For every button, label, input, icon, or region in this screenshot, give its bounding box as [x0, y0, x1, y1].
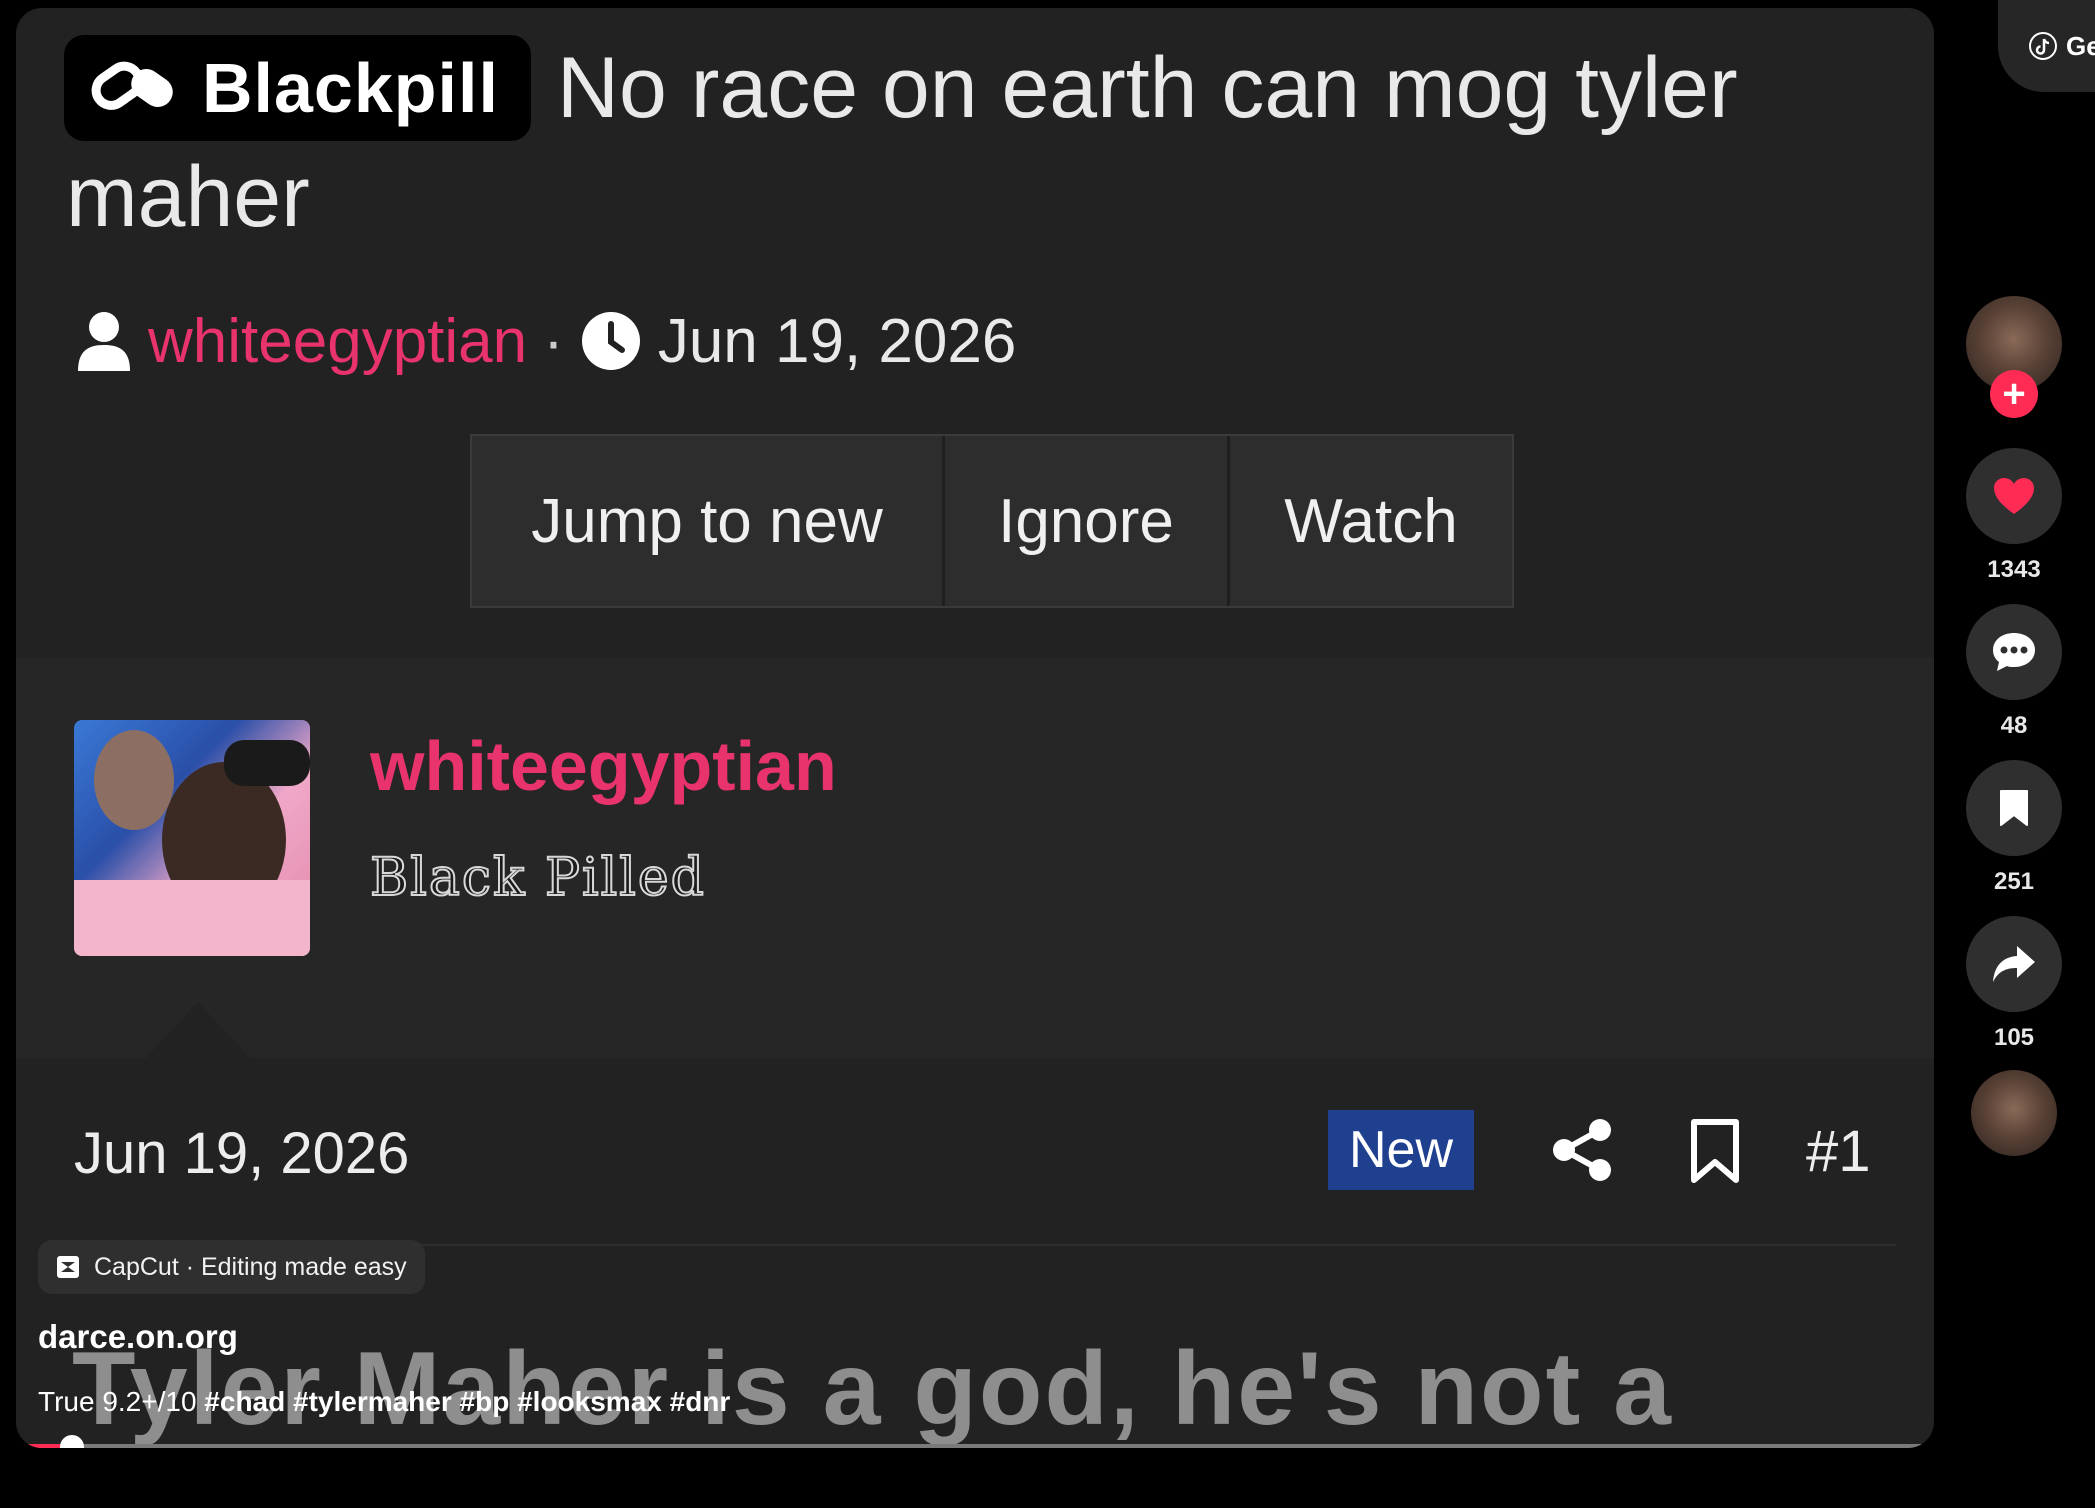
playback-progress-fill [26, 1444, 64, 1448]
capcut-label: CapCut · Editing made easy [94, 1252, 407, 1281]
like-button[interactable] [1966, 448, 2062, 544]
music-disc-group [1966, 1070, 2062, 1156]
bookmark-icon[interactable] [1688, 1118, 1742, 1184]
pill-icon [91, 61, 173, 110]
share-icon[interactable] [1550, 1118, 1614, 1182]
thread-date: Jun 19, 2026 [657, 306, 1017, 376]
description-hashtags[interactable]: #chad #tylermaher #bp #looksmax #dnr [204, 1386, 730, 1417]
get-app-button[interactable]: Ge [1998, 0, 2095, 92]
post-username[interactable]: whiteegyptian [370, 726, 837, 806]
creator-avatar[interactable]: + [1966, 296, 2062, 418]
thread-author-link[interactable]: whiteegyptian [148, 306, 527, 377]
comment-icon [1993, 633, 2035, 671]
follow-button[interactable]: + [1990, 370, 2038, 418]
video-account-name[interactable]: darce.on.org [38, 1318, 238, 1356]
share-count: 105 [1993, 1024, 2035, 1051]
heart-icon [1994, 478, 2034, 514]
thread-meta: whiteegyptian · Jun 19, 2026 [76, 296, 1016, 386]
playback-progress-bar[interactable] [26, 1435, 1926, 1448]
avatar-image [74, 730, 310, 956]
new-badge: New [1328, 1110, 1474, 1190]
meta-separator: · [543, 306, 564, 376]
share-arrow-icon [1993, 946, 2035, 982]
like-action: 1343 [1966, 448, 2062, 584]
post-number-link[interactable]: #1 [1806, 1118, 1871, 1185]
save-button[interactable] [1966, 760, 2062, 856]
comment-count: 48 [2000, 712, 2028, 739]
video-description: True 9.2+/10 #chad #tylermaher #bp #look… [38, 1386, 730, 1418]
post-user-header: whiteegyptian Black Pilled [16, 658, 1934, 1058]
save-action: 251 [1966, 760, 2062, 896]
jump-to-new-button[interactable]: Jump to new [472, 436, 945, 606]
clock-icon [581, 312, 640, 370]
comment-action: 48 [1966, 604, 2062, 740]
creator-avatar-group: + [1966, 296, 2062, 418]
prefix-badge-label: Blackpill [202, 49, 499, 127]
save-count: 251 [1993, 868, 2035, 895]
post-date: Jun 19, 2026 [74, 1121, 410, 1186]
user-icon [78, 312, 130, 371]
comment-button[interactable] [1966, 604, 2062, 700]
save-icon [2000, 790, 2028, 826]
post-pointer-arrow [146, 1002, 250, 1058]
post-avatar[interactable] [74, 720, 310, 956]
thread-title: No race on earth can mog tyler [556, 39, 1738, 136]
get-app-label: Ge [2066, 30, 2095, 61]
tiktok-icon [2029, 32, 2057, 60]
description-text: True 9.2+/10 [38, 1386, 205, 1417]
prefix-badge[interactable]: Blackpill [64, 35, 531, 141]
thread-title-row: Blackpill No race on earth can mog tyler [64, 28, 1738, 148]
watch-button[interactable]: Watch [1230, 436, 1512, 606]
capcut-tag[interactable]: CapCut · Editing made easy [38, 1240, 425, 1294]
ignore-button[interactable]: Ignore [945, 436, 1230, 606]
like-count: 1343 [1987, 556, 2041, 583]
user-rank-title: Black Pilled [369, 847, 706, 909]
thread-action-buttons: Jump to new Ignore Watch [470, 434, 1514, 608]
thread-title-continued: maher [66, 149, 310, 245]
capcut-icon [57, 1256, 79, 1278]
music-disc-avatar[interactable] [1971, 1070, 2057, 1156]
share-action: 105 [1966, 916, 2062, 1052]
video-player[interactable]: Blackpill No race on earth can mog tyler… [16, 8, 1934, 1448]
share-button[interactable] [1966, 916, 2062, 1012]
